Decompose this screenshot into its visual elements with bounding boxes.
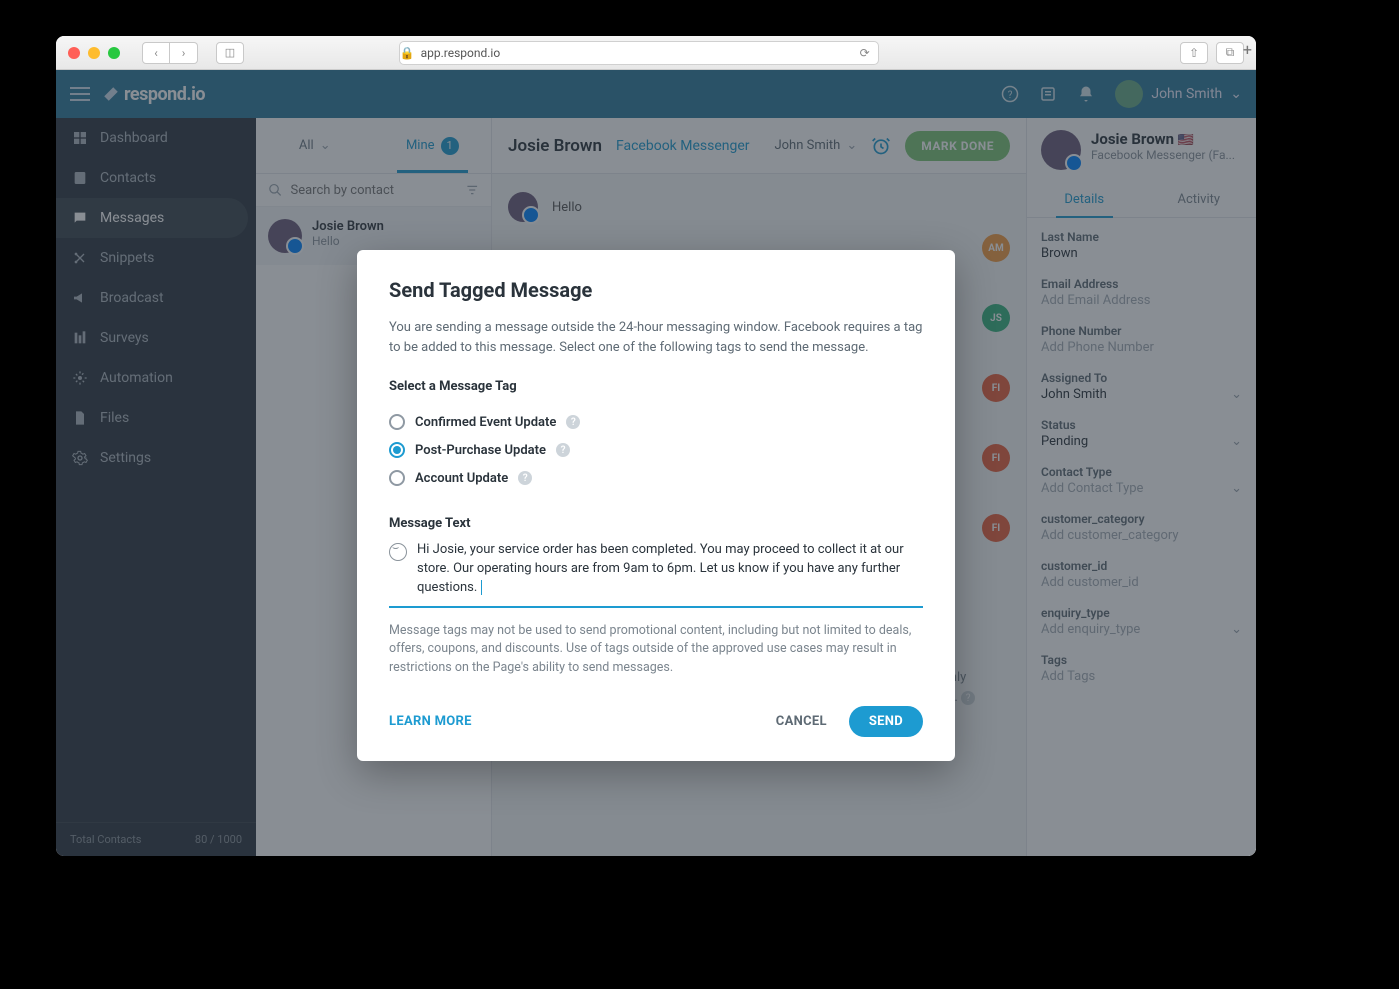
minimize-window-button[interactable] — [88, 47, 100, 59]
url-bar[interactable]: 🔒 app.respond.io ⟳ — [399, 41, 879, 65]
nav-buttons: ‹ › — [142, 42, 198, 64]
reload-icon[interactable]: ⟳ — [860, 46, 870, 60]
learn-more-link[interactable]: LEARN MORE — [389, 714, 472, 729]
send-tagged-message-modal: Send Tagged Message You are sending a me… — [357, 250, 955, 761]
back-button[interactable]: ‹ — [142, 42, 170, 64]
titlebar-right: ⇧ ⧉ — [1180, 42, 1244, 64]
modal-disclaimer: Message tags may not be used to send pro… — [389, 622, 923, 678]
tabs-button[interactable]: ⧉ — [1216, 42, 1244, 64]
forward-button[interactable]: › — [170, 42, 198, 64]
select-tag-label: Select a Message Tag — [389, 379, 923, 394]
new-tab-button[interactable]: + — [1243, 40, 1252, 59]
lock-icon: 🔒 — [400, 46, 415, 60]
help-icon[interactable]: ? — [566, 415, 580, 429]
radio-confirmed-event[interactable]: Confirmed Event Update ? — [389, 408, 923, 436]
radio-post-purchase[interactable]: Post-Purchase Update ? — [389, 436, 923, 464]
modal-actions: LEARN MORE CANCEL SEND — [389, 706, 923, 737]
emoji-icon[interactable] — [389, 543, 407, 561]
cancel-button[interactable]: CANCEL — [776, 714, 827, 729]
modal-description: You are sending a message outside the 24… — [389, 318, 923, 357]
radio-icon — [389, 414, 405, 430]
sidebar-toggle-button[interactable]: ◫ — [216, 42, 244, 64]
browser-window: ‹ › ◫ 🔒 app.respond.io ⟳ ⇧ ⧉ + respond.i… — [56, 36, 1256, 856]
help-icon[interactable]: ? — [556, 443, 570, 457]
radio-icon — [389, 442, 405, 458]
window-controls — [68, 47, 120, 59]
modal-title: Send Tagged Message — [389, 278, 923, 302]
help-icon[interactable]: ? — [518, 471, 532, 485]
share-button[interactable]: ⇧ — [1180, 42, 1208, 64]
app: respond.io ? John Smith ⌄ Dashboard Cont… — [56, 70, 1256, 856]
message-input[interactable]: Hi Josie, your service order has been co… — [389, 541, 923, 608]
message-text-content: Hi Josie, your service order has been co… — [417, 541, 923, 598]
modal-overlay[interactable]: Send Tagged Message You are sending a me… — [56, 70, 1256, 856]
url-text: app.respond.io — [421, 46, 501, 60]
maximize-window-button[interactable] — [108, 47, 120, 59]
send-button[interactable]: SEND — [849, 706, 923, 737]
titlebar: ‹ › ◫ 🔒 app.respond.io ⟳ ⇧ ⧉ + — [56, 36, 1256, 70]
close-window-button[interactable] — [68, 47, 80, 59]
message-text-label: Message Text — [389, 516, 923, 531]
radio-icon — [389, 470, 405, 486]
radio-account-update[interactable]: Account Update ? — [389, 464, 923, 492]
